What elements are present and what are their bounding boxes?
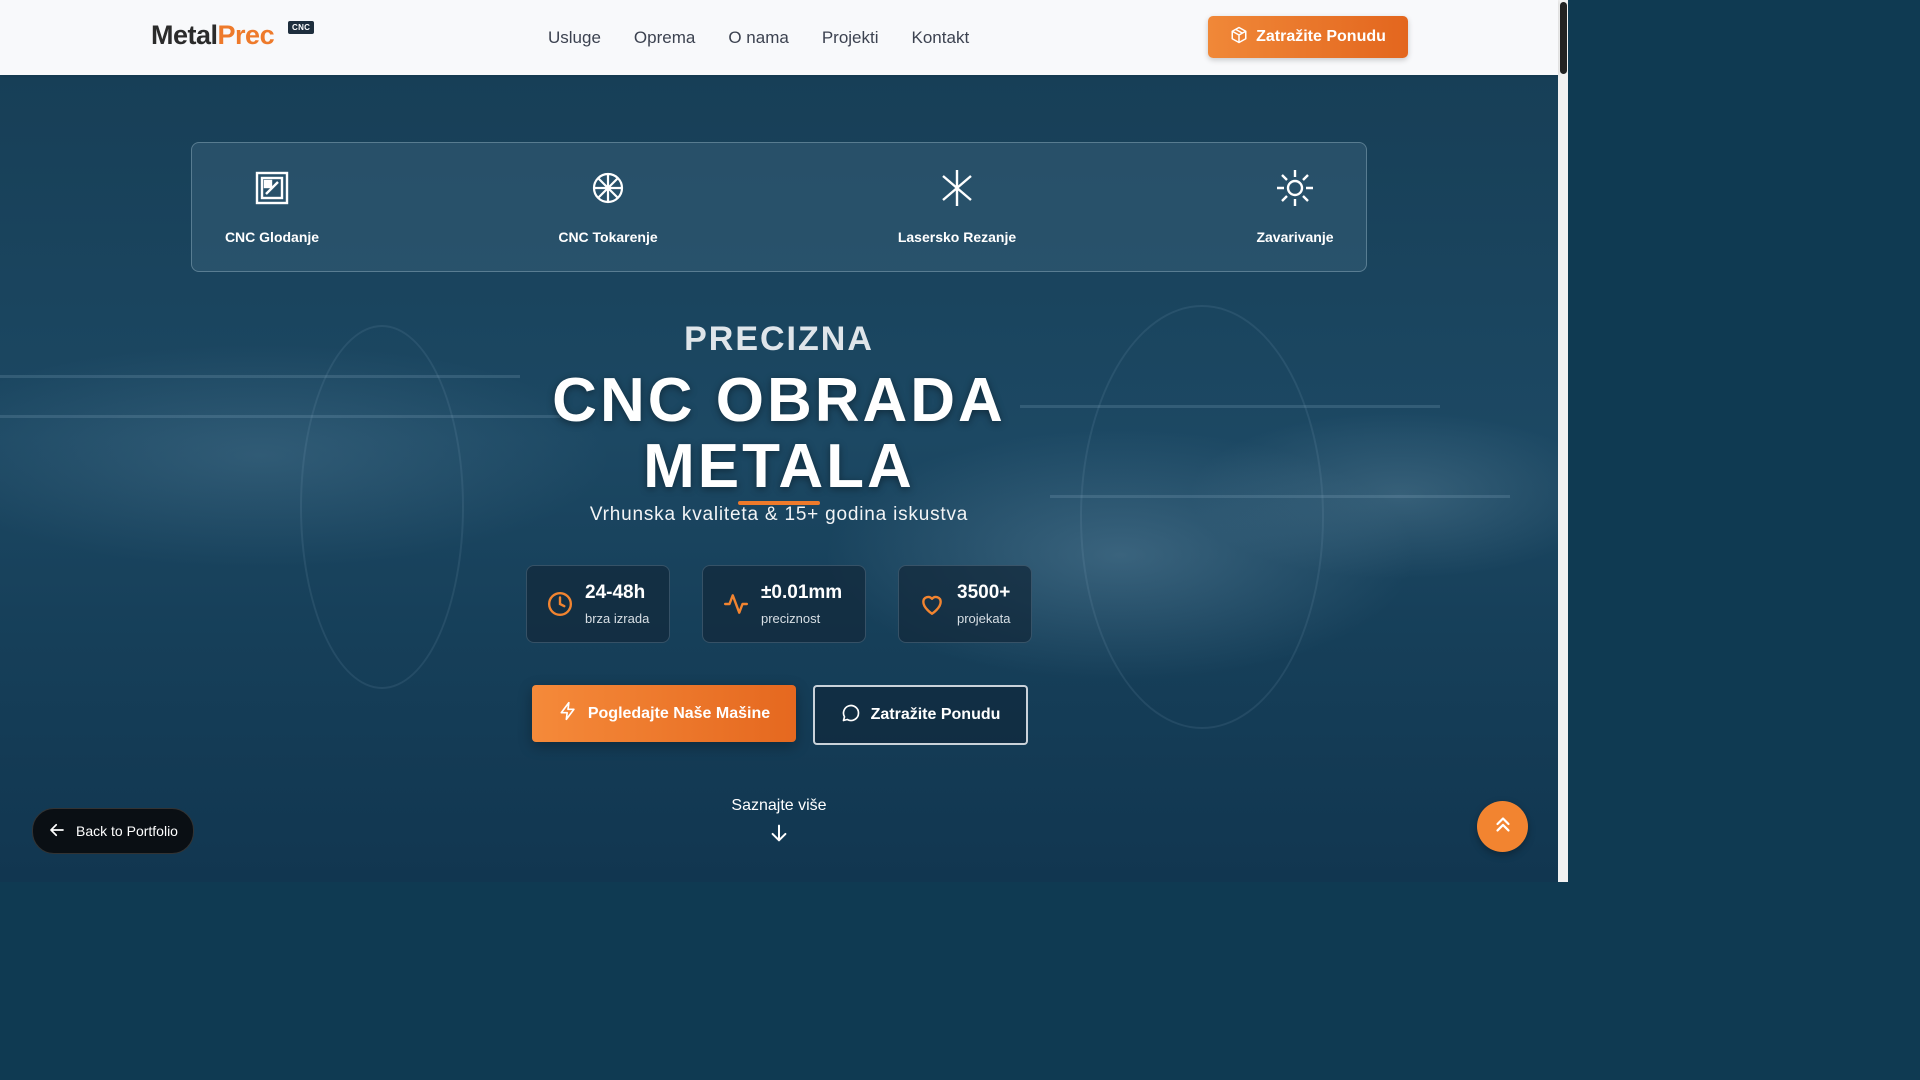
nav-link-usluge[interactable]: Usluge	[548, 28, 601, 48]
scrollbar-thumb[interactable]	[1560, 2, 1567, 74]
service-item-tokarenje[interactable]: CNC Tokarenje	[518, 167, 698, 245]
stat-card-projects: 3500+ projekata	[898, 565, 1032, 643]
stat-caption: preciznost	[761, 611, 821, 626]
wheel-icon	[518, 167, 698, 209]
service-label: CNC Glodanje	[224, 229, 320, 245]
services-card: CNC Glodanje CNC Tokarenje Lasersko Reza…	[191, 142, 1367, 272]
service-item-lasersko[interactable]: Lasersko Rezanje	[867, 167, 1047, 245]
double-chevron-up-icon	[1492, 813, 1514, 840]
asterisk-icon	[867, 167, 1047, 209]
hero-title: CNC OBRADA METALA	[0, 368, 1558, 500]
sun-icon	[1205, 167, 1385, 209]
logo-badge: CNC	[288, 21, 315, 34]
heart-icon	[919, 591, 947, 617]
stat-value: 3500+	[957, 582, 1011, 603]
back-to-portfolio-label: Back to Portfolio	[76, 823, 178, 839]
view-machines-label: Pogledajte Naše Mašine	[587, 704, 771, 722]
clock-icon	[547, 591, 575, 617]
service-item-zavarivanje[interactable]: Zavarivanje	[1205, 167, 1385, 245]
box-icon	[1230, 26, 1248, 49]
stat-card-precision: ±0.01mm preciznost	[702, 565, 866, 643]
activity-icon	[723, 591, 751, 617]
hero-section: CNC Glodanje CNC Tokarenje Lasersko Reza…	[0, 75, 1558, 882]
header-quote-label: Zatražite Ponudu	[1256, 28, 1386, 45]
service-label: Lasersko Rezanje	[897, 229, 1017, 245]
nav-link-o-nama[interactable]: O nama	[728, 28, 788, 48]
arrow-left-icon	[48, 821, 66, 842]
view-machines-button[interactable]: Pogledajte Naše Mašine	[532, 685, 796, 742]
nav-link-oprema[interactable]: Oprema	[634, 28, 695, 48]
hero-supertitle: PRECIZNA	[684, 320, 874, 358]
nav-link-kontakt[interactable]: Kontakt	[912, 28, 970, 48]
hero-title-line2: METALA	[643, 432, 915, 501]
scrollbar-track[interactable]	[1558, 0, 1568, 882]
nav-link-projekti[interactable]: Projekti	[822, 28, 879, 48]
stat-value: 24-48h	[585, 582, 646, 603]
milling-icon	[182, 167, 362, 209]
stat-caption: brza izrada	[585, 611, 650, 626]
hero-subtitle: Vrhunska kvaliteta & 15+ godina iskustva	[589, 504, 969, 525]
arrow-down-icon[interactable]	[768, 822, 790, 849]
stat-card-speed: 24-48h brza izrada	[526, 565, 670, 643]
back-to-portfolio-button[interactable]: Back to Portfolio	[32, 808, 194, 854]
header-quote-button[interactable]: Zatražite Ponudu	[1208, 16, 1408, 58]
scroll-to-top-button[interactable]	[1477, 801, 1528, 852]
logo[interactable]: MetalPrec CNC	[151, 20, 315, 51]
service-item-glodanje[interactable]: CNC Glodanje	[182, 167, 362, 245]
logo-text-accent: Prec	[217, 20, 275, 50]
service-label: CNC Tokarenje	[558, 229, 658, 245]
hero-title-line1: CNC OBRADA	[552, 366, 1006, 435]
request-quote-button[interactable]: Zatražite Ponudu	[813, 685, 1028, 745]
request-quote-label: Zatražite Ponudu	[870, 706, 1001, 723]
learn-more-link[interactable]: Saznajte više	[0, 797, 1558, 815]
service-label: Zavarivanje	[1256, 229, 1334, 245]
chat-bubble-icon	[841, 703, 861, 728]
stat-caption: projekata	[957, 611, 1011, 626]
site-header: MetalPrec CNC Usluge Oprema O nama Proje…	[0, 0, 1558, 75]
main-nav: Usluge Oprema O nama Projekti Kontakt	[548, 28, 969, 48]
logo-text-main: Metal	[151, 20, 218, 50]
stat-value: ±0.01mm	[761, 582, 843, 603]
lightning-icon	[558, 701, 578, 726]
